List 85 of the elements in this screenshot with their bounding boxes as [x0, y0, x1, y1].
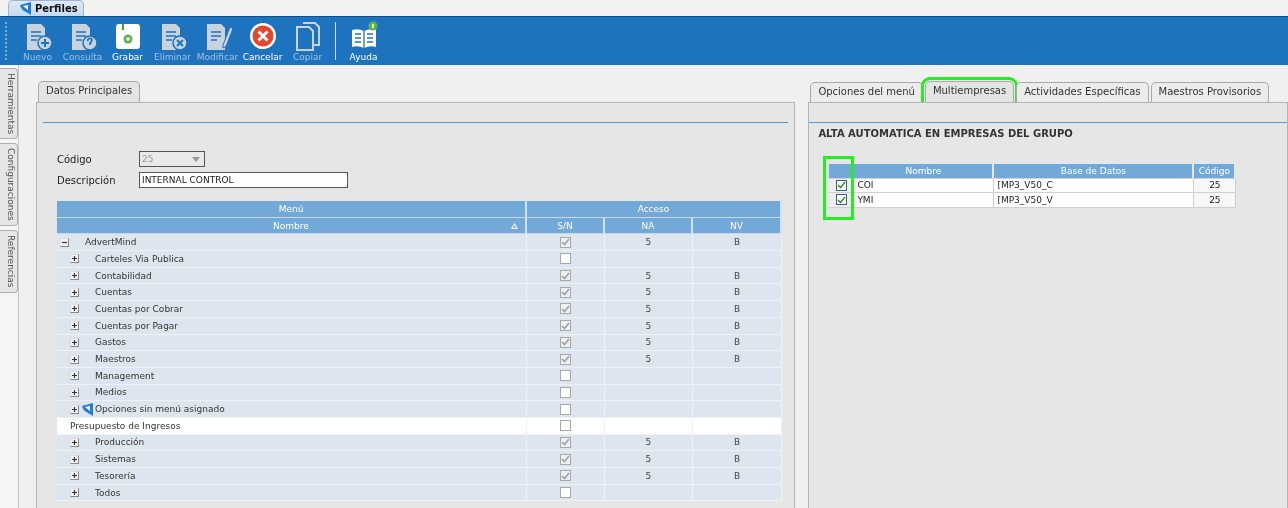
- access-checkbox[interactable]: [560, 470, 571, 482]
- tree-item-label[interactable]: Presupuesto de Ingresos: [70, 420, 181, 431]
- tree-item-label[interactable]: Tesorería: [95, 470, 136, 481]
- window-tab[interactable]: Perfiles: [8, 0, 84, 16]
- field-label: Código: [57, 153, 93, 165]
- table-cell: 5: [605, 468, 693, 485]
- company-checkbox[interactable]: [835, 194, 847, 206]
- tree-item-label[interactable]: Cuentas: [95, 287, 132, 298]
- plus-icon: [71, 305, 78, 313]
- column-group-header: Menú: [57, 201, 527, 218]
- access-checkbox[interactable]: [560, 386, 571, 398]
- tab[interactable]: Actividades Específicas: [1016, 82, 1149, 102]
- plus-icon: [71, 372, 78, 380]
- toolbar-button[interactable]: Ayuda: [341, 18, 386, 64]
- dropdown-arrow-icon: [192, 156, 200, 162]
- table-cell: 5: [605, 351, 693, 368]
- tree-item-label[interactable]: Todos: [95, 487, 121, 498]
- tab[interactable]: Datos Principales: [38, 81, 141, 102]
- access-checkbox[interactable]: [560, 236, 571, 248]
- access-checkbox[interactable]: [560, 353, 571, 365]
- plus-icon: [71, 438, 78, 446]
- expand-toggle[interactable]: [70, 304, 79, 314]
- tree-item-label[interactable]: AdvertMind: [85, 237, 137, 248]
- plus-icon: [71, 338, 78, 346]
- access-checkbox[interactable]: [560, 253, 571, 265]
- plus-icon: [71, 405, 78, 413]
- tree-item-label[interactable]: Gastos: [95, 337, 126, 348]
- tree-item-label[interactable]: Sistemas: [95, 454, 136, 465]
- plus-icon: [71, 489, 78, 497]
- side-tab[interactable]: Configuraciones: [0, 143, 18, 226]
- tree-item-label[interactable]: Cuentas por Cobrar: [95, 303, 183, 314]
- logo-icon: [19, 2, 32, 15]
- table-cell: B: [693, 301, 782, 318]
- table-cell: B: [693, 351, 782, 368]
- tree-item-label[interactable]: Contabilidad: [95, 270, 152, 281]
- access-checkbox[interactable]: [560, 336, 571, 348]
- field-label: Descripción: [57, 174, 117, 186]
- access-checkbox[interactable]: [560, 403, 571, 415]
- collapse-toggle[interactable]: [60, 237, 69, 247]
- tree-item-label[interactable]: Medios: [95, 387, 127, 398]
- tab[interactable]: Opciones del menú: [810, 82, 923, 102]
- expand-toggle[interactable]: [70, 354, 79, 364]
- table-cell: 5: [605, 301, 693, 318]
- plus-icon: [71, 472, 78, 480]
- access-checkbox[interactable]: [560, 370, 571, 382]
- access-checkbox[interactable]: [560, 320, 571, 332]
- cancel-icon: [247, 20, 278, 51]
- logo-icon: [81, 402, 94, 416]
- highlight-frame: [823, 156, 855, 220]
- plus-icon: [71, 272, 78, 280]
- access-checkbox[interactable]: [560, 270, 571, 282]
- tree-item-label[interactable]: Carteles Via Publica: [95, 253, 185, 264]
- access-checkbox[interactable]: [560, 436, 571, 448]
- access-checkbox[interactable]: [560, 487, 571, 499]
- table-cell: B: [693, 468, 782, 485]
- sort-icon: [511, 222, 518, 229]
- company-checkbox[interactable]: [835, 179, 847, 191]
- plus-icon: [71, 288, 78, 296]
- description-field[interactable]: INTERNAL CONTROL: [139, 172, 348, 188]
- access-checkbox[interactable]: [560, 453, 571, 465]
- table-cell: 25: [1194, 193, 1237, 208]
- access-checkbox[interactable]: [560, 420, 571, 432]
- table-cell: YMI: [854, 193, 995, 208]
- tree-item-label[interactable]: Opciones sin menú asignado: [95, 404, 225, 415]
- plus-icon: [71, 322, 78, 330]
- column-group-header: Acceso: [527, 201, 782, 218]
- toolbar-button[interactable]: Cancelar: [240, 18, 285, 64]
- tab[interactable]: Maestros Provisorios: [1150, 82, 1270, 102]
- plus-icon: [71, 255, 78, 263]
- access-checkbox[interactable]: [560, 303, 571, 315]
- tree-item-label[interactable]: Cuentas por Pagar: [95, 320, 179, 331]
- side-tab[interactable]: Herramientas: [0, 68, 18, 140]
- plus-icon: [71, 355, 78, 363]
- section-title: ALTA AUTOMATICA EN EMPRESAS DEL GRUPO: [817, 127, 1074, 139]
- plus-icon: [71, 388, 78, 396]
- tree-item-label[interactable]: Maestros: [95, 354, 136, 365]
- access-checkbox[interactable]: [560, 286, 571, 298]
- table-cell: B: [693, 317, 782, 335]
- tree-item-label[interactable]: Management: [95, 370, 155, 381]
- table-cell: [MP3_V50_V: [994, 193, 1195, 208]
- plus-icon: [71, 455, 78, 463]
- tree-item-label[interactable]: Producción: [95, 437, 145, 448]
- side-tab[interactable]: Referencias: [0, 230, 18, 293]
- toolbar-button[interactable]: Grabar: [105, 18, 150, 64]
- table-cell: 5: [605, 317, 693, 335]
